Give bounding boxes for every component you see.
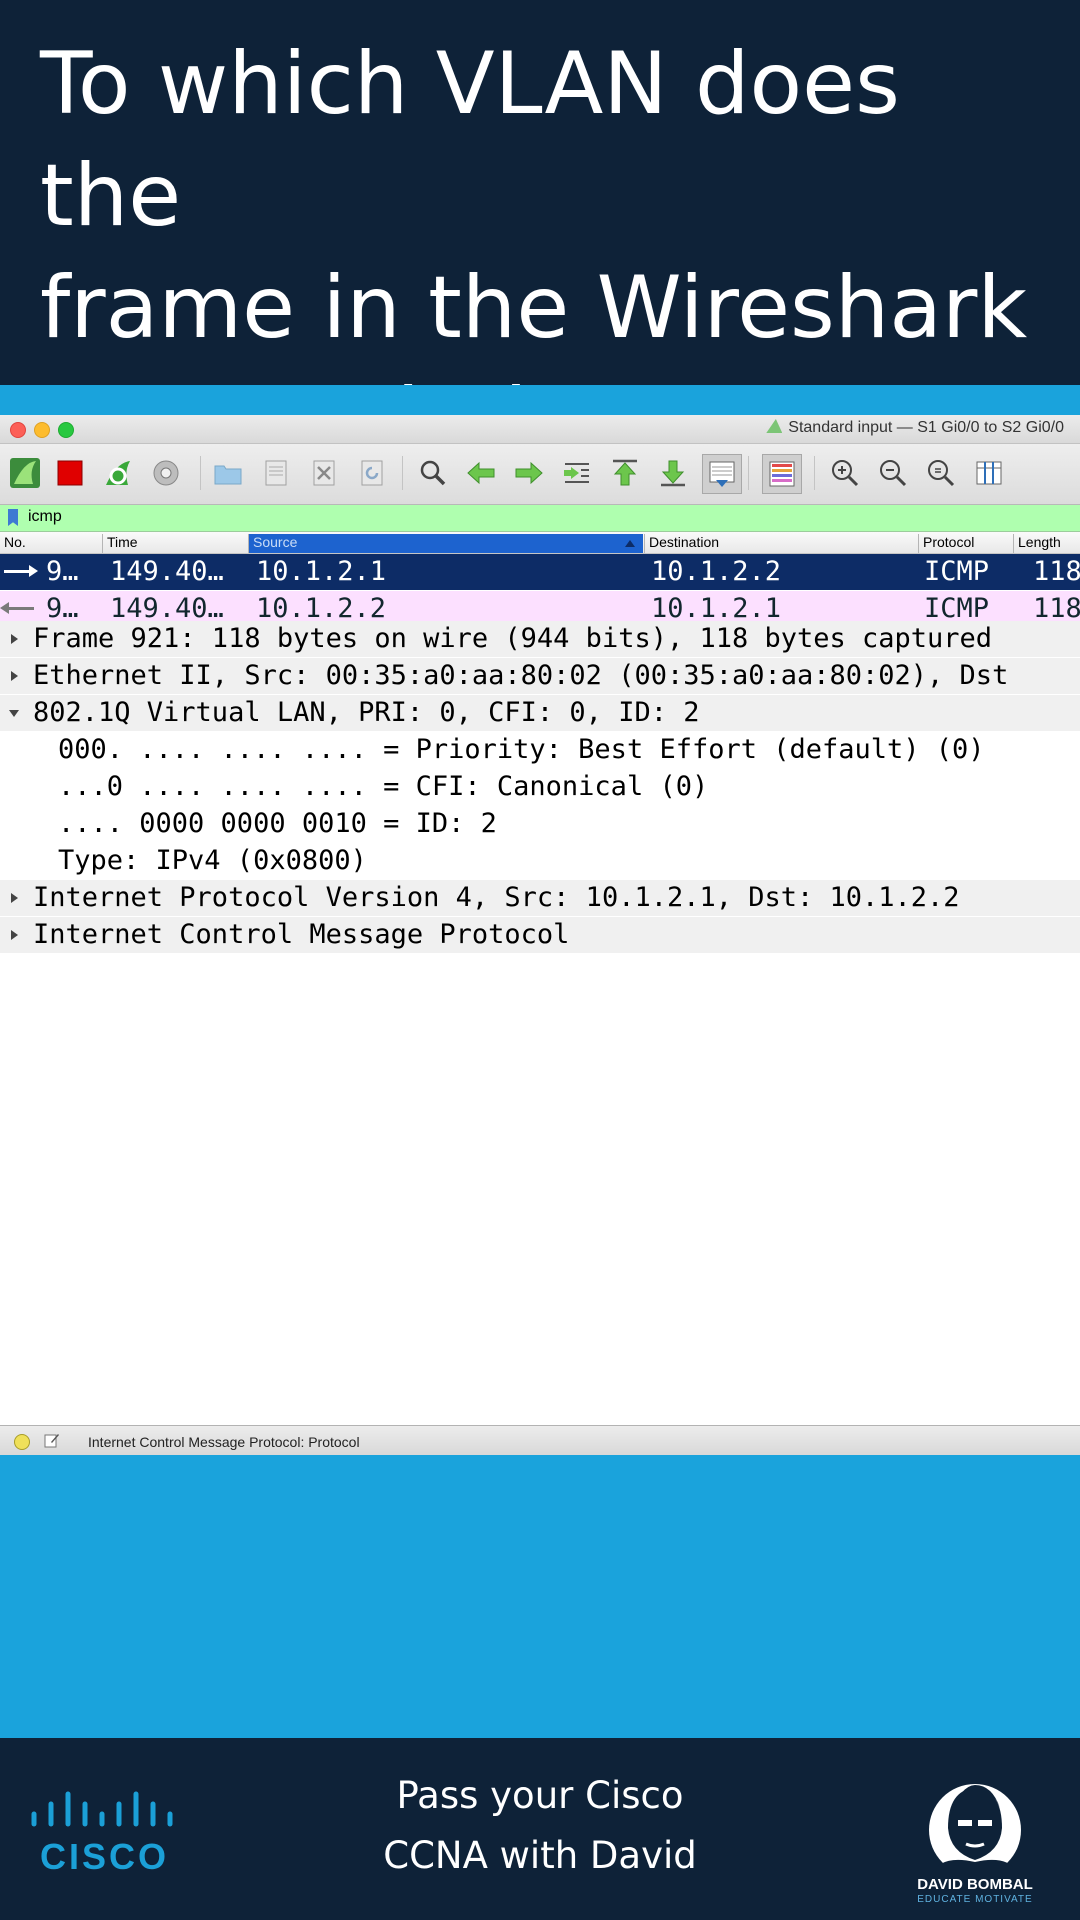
normal-size-icon[interactable] (922, 454, 960, 492)
packet-time: 149.40… (110, 556, 224, 587)
packet-no: 9… (46, 556, 79, 587)
column-header-length[interactable]: Length (1013, 534, 1080, 553)
expert-info-icon[interactable] (14, 1434, 30, 1450)
collapse-arrow-icon[interactable] (9, 710, 19, 717)
close-window-button[interactable] (10, 422, 26, 438)
detail-row-vlan[interactable]: 802.1Q Virtual LAN, PRI: 0, CFI: 0, ID: … (0, 695, 1080, 731)
reload-icon[interactable] (353, 454, 391, 492)
close-file-icon[interactable] (305, 454, 343, 492)
last-packet-icon[interactable] (654, 454, 692, 492)
packet-length: 118 (1033, 556, 1080, 587)
brand-motto: EDUCATE MOTIVATE (917, 1894, 1033, 1905)
cisco-logo: CISCO (28, 1790, 178, 1880)
zoom-in-icon[interactable] (826, 454, 864, 492)
david-bombal-portrait-icon (929, 1784, 1021, 1876)
stop-capture-icon[interactable] (51, 454, 89, 492)
tagline-line-1: Pass your Cisco (396, 1774, 684, 1817)
tagline-line-2: CCNA with David (383, 1834, 697, 1877)
column-header-time[interactable]: Time (102, 534, 247, 553)
question-line-2: frame in the Wireshark (40, 258, 1028, 358)
capture-options-icon[interactable] (147, 454, 185, 492)
detail-row-vlan-cfi[interactable]: ...0 .... .... .... = CFI: Canonical (0) (0, 769, 1080, 805)
toolbar-separator (748, 456, 749, 490)
go-forward-icon[interactable] (510, 454, 548, 492)
detail-row-ipv4[interactable]: Internet Protocol Version 4, Src: 10.1.2… (0, 880, 1080, 916)
status-text: Internet Control Message Protocol: Proto… (88, 1434, 360, 1450)
packet-source: 10.1.2.1 (256, 556, 387, 587)
wireshark-window: Standard input — S1 Gi0/0 to S2 Gi0/0 ic… (0, 415, 1080, 1455)
cisco-bars-icon (31, 1791, 173, 1827)
column-header-destination[interactable]: Destination (644, 534, 919, 553)
maximize-window-button[interactable] (58, 422, 74, 438)
autoscroll-icon[interactable] (702, 454, 742, 494)
wireshark-fin-icon (766, 419, 783, 433)
expand-arrow-icon[interactable] (11, 634, 18, 644)
reply-arrow-icon (0, 602, 34, 614)
cisco-wordmark: CISCO (40, 1836, 170, 1877)
expand-arrow-icon[interactable] (11, 893, 18, 903)
save-file-icon[interactable] (257, 454, 295, 492)
packet-protocol: ICMP (924, 556, 990, 587)
detail-text: Internet Protocol Version 4, Src: 10.1.2… (33, 882, 960, 913)
toolbar-separator (200, 456, 201, 490)
footer-tagline: Pass your Cisco CCNA with David (340, 1766, 740, 1886)
detail-text: 000. .... .... .... = Priority: Best Eff… (58, 734, 985, 765)
detail-row-vlan-type[interactable]: Type: IPv4 (0x0800) (0, 843, 1080, 879)
sort-ascending-icon (625, 540, 635, 547)
toolbar-separator (814, 456, 815, 490)
colorize-icon[interactable] (762, 454, 802, 494)
packet-list-header: No. Time Source Destination Protocol Len… (0, 532, 1080, 554)
detail-row-icmp[interactable]: Internet Control Message Protocol (0, 917, 1080, 953)
detail-text: 802.1Q Virtual LAN, PRI: 0, CFI: 0, ID: … (33, 697, 700, 728)
column-header-source[interactable]: Source (248, 534, 643, 553)
display-filter-bar[interactable]: icmp (0, 505, 1080, 532)
shark-fin-start-icon[interactable] (6, 454, 44, 492)
window-title-text: Standard input — S1 Gi0/0 to S2 Gi0/0 (788, 419, 1064, 436)
detail-text: .... 0000 0000 0010 = ID: 2 (58, 808, 497, 839)
go-back-icon[interactable] (462, 454, 500, 492)
request-arrow-icon (4, 565, 38, 577)
expand-arrow-icon[interactable] (11, 930, 18, 940)
brand-name: DAVID BOMBAL (917, 1876, 1033, 1893)
window-title: Standard input — S1 Gi0/0 to S2 Gi0/0 (766, 419, 1064, 437)
display-filter-input[interactable]: icmp (28, 508, 62, 526)
detail-row-frame[interactable]: Frame 921: 118 bytes on wire (944 bits),… (0, 621, 1080, 657)
zoom-out-icon[interactable] (874, 454, 912, 492)
resize-columns-icon[interactable] (970, 454, 1008, 492)
bookmark-icon[interactable] (8, 509, 18, 526)
main-toolbar (0, 444, 1080, 505)
restart-capture-icon[interactable] (99, 454, 137, 492)
expand-arrow-icon[interactable] (11, 671, 18, 681)
column-header-source-label: Source (253, 534, 298, 550)
footer-banner: CISCO Pass your Cisco CCNA with David DA… (0, 1738, 1080, 1920)
open-file-icon[interactable] (209, 454, 247, 492)
first-packet-icon[interactable] (606, 454, 644, 492)
minimize-window-button[interactable] (34, 422, 50, 438)
detail-text: Type: IPv4 (0x0800) (58, 845, 367, 876)
david-bombal-logo: DAVID BOMBAL EDUCATE MOTIVATE (900, 1768, 1050, 1908)
comment-edit-icon[interactable] (44, 1432, 60, 1448)
detail-row-vlan-id[interactable]: .... 0000 0000 0010 = ID: 2 (0, 806, 1080, 842)
accent-band (0, 385, 1080, 415)
column-header-protocol[interactable]: Protocol (918, 534, 1013, 553)
detail-text: Internet Control Message Protocol (33, 919, 570, 950)
question-header: To which VLAN does the frame in the Wire… (0, 0, 1080, 470)
go-to-packet-icon[interactable] (558, 454, 596, 492)
find-packet-icon[interactable] (414, 454, 452, 492)
detail-row-vlan-priority[interactable]: 000. .... .... .... = Priority: Best Eff… (0, 732, 1080, 768)
status-bar: Internet Control Message Protocol: Proto… (0, 1425, 1080, 1455)
detail-row-ethernet[interactable]: Ethernet II, Src: 00:35:a0:aa:80:02 (00:… (0, 658, 1080, 694)
window-titlebar[interactable]: Standard input — S1 Gi0/0 to S2 Gi0/0 (0, 415, 1080, 444)
detail-text: ...0 .... .... .... = CFI: Canonical (0) (58, 771, 709, 802)
packet-row[interactable]: 9… 149.40… 10.1.2.1 10.1.2.2 ICMP 118 (0, 554, 1080, 590)
question-line-1: To which VLAN does the (40, 34, 900, 246)
detail-text: Ethernet II, Src: 00:35:a0:aa:80:02 (00:… (33, 660, 1009, 691)
toolbar-separator (402, 456, 403, 490)
column-header-no[interactable]: No. (0, 534, 100, 553)
detail-text: Frame 921: 118 bytes on wire (944 bits),… (33, 623, 993, 654)
packet-destination: 10.1.2.2 (651, 556, 782, 587)
